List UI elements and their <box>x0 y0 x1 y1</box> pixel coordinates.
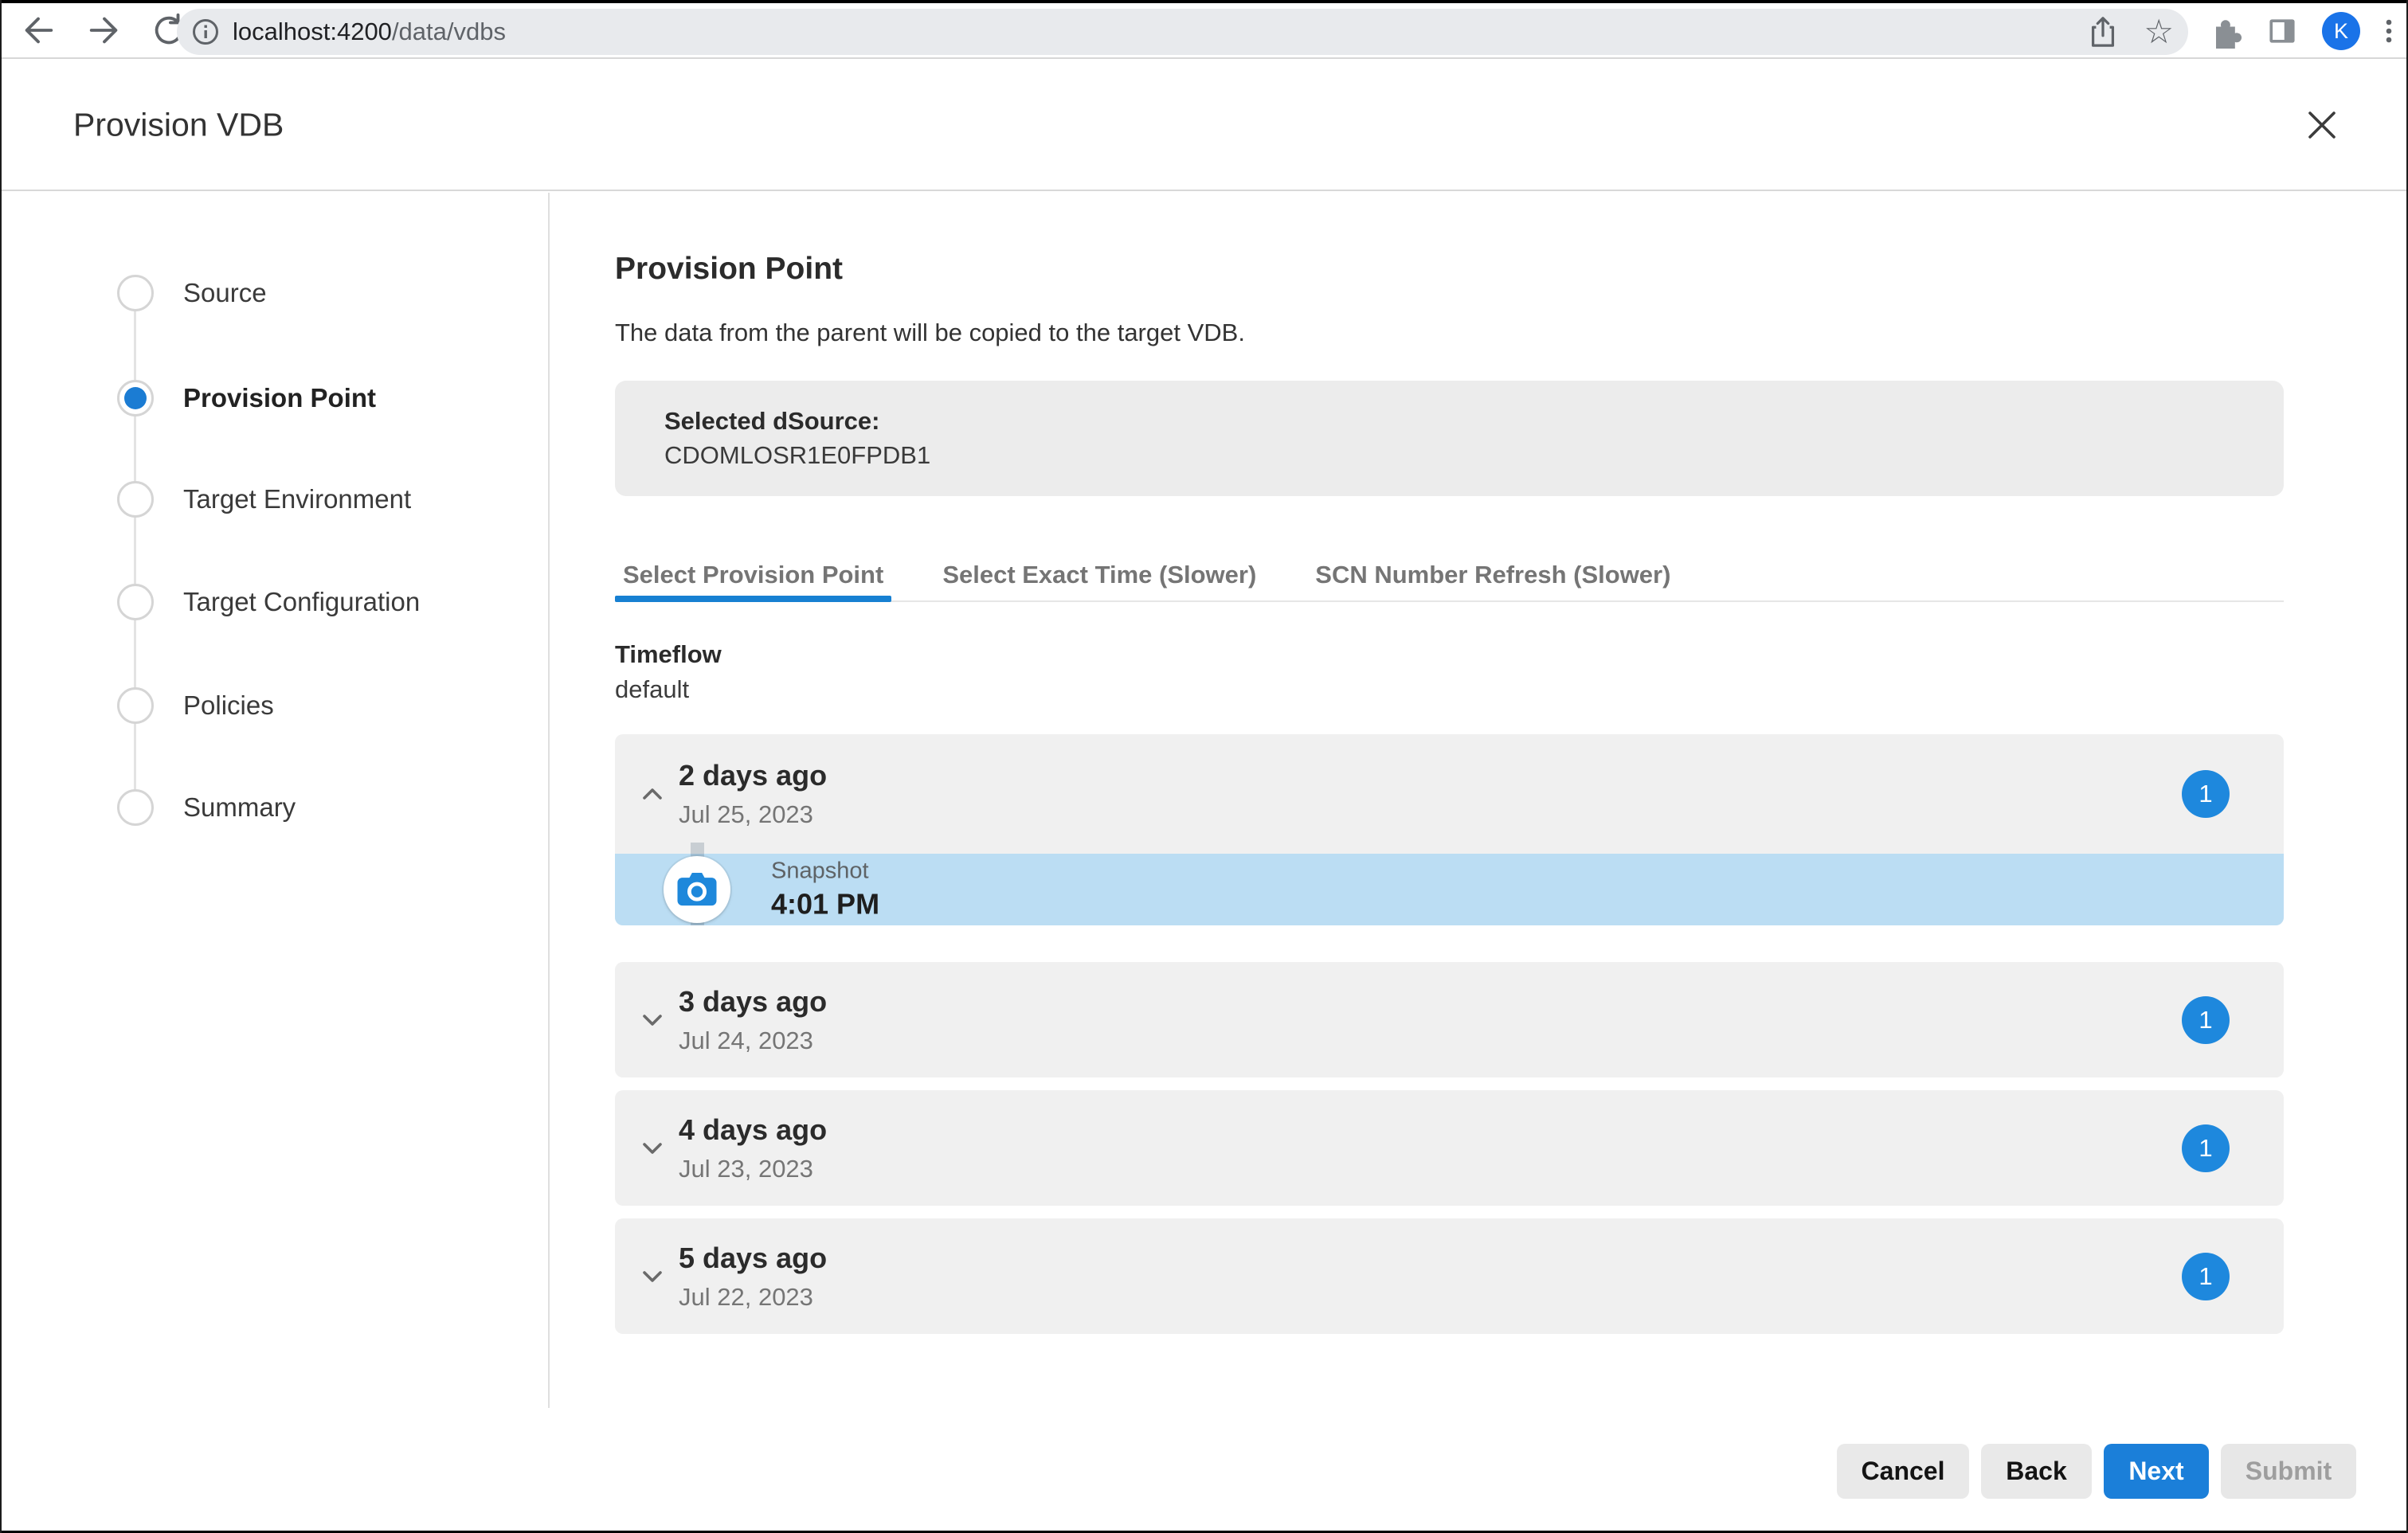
timeline-group-header[interactable]: 2 days ago Jul 25, 2023 1 <box>615 734 2284 854</box>
browser-menu-button[interactable] <box>2383 14 2395 49</box>
star-icon: ☆ <box>2144 13 2174 50</box>
forward-arrow-icon <box>86 12 123 49</box>
side-panel-button[interactable] <box>2265 14 2300 49</box>
group-date: Jul 22, 2023 <box>679 1283 827 1312</box>
timeline-group-3-days-ago: 3 days ago Jul 24, 2023 1 <box>615 962 2284 1077</box>
url-host: localhost:4200 <box>233 18 392 45</box>
step-label: Target Environment <box>183 484 411 514</box>
dialog-body: Source Provision Point Target Environmen… <box>2 193 2406 1533</box>
provision-point-panel: Provision Point The data from the parent… <box>615 193 2284 1533</box>
snapshot-count-badge: 1 <box>2182 996 2230 1044</box>
timeline-group-header[interactable]: 3 days ago Jul 24, 2023 1 <box>615 962 2284 1077</box>
back-arrow-icon <box>20 12 57 49</box>
group-title: 2 days ago <box>679 759 827 792</box>
snapshot-time: 4:01 PM <box>771 888 879 921</box>
step-label: Summary <box>183 792 296 823</box>
snapshot-count-badge: 1 <box>2182 1253 2230 1300</box>
forward-button[interactable] <box>85 11 123 49</box>
url-path: /data/vdbs <box>392 18 506 45</box>
avatar-initial: K <box>2334 19 2348 44</box>
snapshot-count-badge: 1 <box>2182 770 2230 818</box>
window-top-edge <box>2 0 2406 3</box>
dialog-header: Provision VDB <box>2 61 2406 191</box>
puzzle-icon <box>2207 14 2242 49</box>
selected-dsource-label: Selected dSource: <box>664 407 879 436</box>
snapshot-type-label: Snapshot <box>771 858 879 885</box>
timeline-group-header[interactable]: 5 days ago Jul 22, 2023 1 <box>615 1218 2284 1334</box>
profile-avatar[interactable]: K <box>2322 12 2360 50</box>
tab-select-provision-point[interactable]: Select Provision Point <box>615 549 891 600</box>
timeline-group-header[interactable]: 4 days ago Jul 23, 2023 1 <box>615 1090 2284 1206</box>
tab-scn-number-refresh[interactable]: SCN Number Refresh (Slower) <box>1307 549 1678 600</box>
selected-dsource-value: CDOMLOSR1E0FPDB1 <box>664 441 930 470</box>
snapshot-marker <box>664 856 730 923</box>
step-circle <box>117 687 154 724</box>
camera-icon <box>675 870 719 909</box>
three-dot-menu-icon <box>2383 14 2395 49</box>
stepper-connector-line <box>134 293 136 808</box>
submit-button[interactable]: Submit <box>2221 1444 2356 1499</box>
back-button-dialog[interactable]: Back <box>1981 1444 2092 1499</box>
close-icon <box>2304 108 2339 143</box>
chevron-up-icon <box>639 784 666 804</box>
snapshot-timeline: 2 days ago Jul 25, 2023 1 <box>615 734 2284 1347</box>
timeline-group-4-days-ago: 4 days ago Jul 23, 2023 1 <box>615 1090 2284 1206</box>
url-text: localhost:4200/data/vdbs <box>233 18 506 46</box>
section-description: The data from the parent will be copied … <box>615 319 1245 347</box>
chevron-down-icon <box>639 1139 666 1158</box>
selected-dsource-box: Selected dSource: CDOMLOSR1E0FPDB1 <box>615 381 2284 496</box>
browser-window: localhost:4200/data/vdbs ☆ <box>0 0 2408 1533</box>
step-circle <box>117 275 154 311</box>
bookmark-button[interactable]: ☆ <box>2144 15 2174 49</box>
group-title: 5 days ago <box>679 1242 827 1275</box>
step-circle <box>117 481 154 518</box>
address-bar[interactable]: localhost:4200/data/vdbs ☆ <box>177 9 2188 55</box>
side-panel-icon <box>2265 14 2300 49</box>
step-label: Provision Point <box>183 383 376 413</box>
step-label: Source <box>183 278 267 308</box>
timeflow-value: default <box>615 675 689 704</box>
extensions-button[interactable] <box>2207 14 2242 49</box>
snapshot-row-selected[interactable]: Snapshot 4:01 PM <box>615 854 2284 925</box>
step-circle <box>117 584 154 620</box>
wizard-stepper: Source Provision Point Target Environmen… <box>2 193 550 1408</box>
chevron-down-icon <box>639 1011 666 1030</box>
close-dialog-button[interactable] <box>2300 103 2344 147</box>
site-info-icon[interactable] <box>191 18 220 46</box>
group-date: Jul 25, 2023 <box>679 800 827 829</box>
dialog-footer: Cancel Back Next Submit <box>1837 1444 2356 1499</box>
timeline-group-2-days-ago: 2 days ago Jul 25, 2023 1 <box>615 734 2284 925</box>
group-date: Jul 23, 2023 <box>679 1155 827 1183</box>
step-circle <box>117 789 154 826</box>
chevron-down-icon <box>639 1267 666 1286</box>
share-button[interactable] <box>2086 14 2120 49</box>
snapshot-count-badge: 1 <box>2182 1124 2230 1172</box>
timeline-group-5-days-ago: 5 days ago Jul 22, 2023 1 <box>615 1218 2284 1334</box>
step-circle-active <box>117 380 154 416</box>
share-icon <box>2086 14 2120 49</box>
next-button[interactable]: Next <box>2104 1444 2209 1499</box>
browser-toolbar: localhost:4200/data/vdbs ☆ <box>2 3 2406 59</box>
tab-select-exact-time[interactable]: Select Exact Time (Slower) <box>934 549 1264 600</box>
step-label: Target Configuration <box>183 587 420 617</box>
group-date: Jul 24, 2023 <box>679 1027 827 1055</box>
section-heading: Provision Point <box>615 252 843 287</box>
back-button[interactable] <box>19 11 57 49</box>
timeflow-label: Timeflow <box>615 640 722 669</box>
group-title: 4 days ago <box>679 1113 827 1147</box>
step-label: Policies <box>183 690 274 721</box>
dialog-title: Provision VDB <box>73 107 284 144</box>
group-title: 3 days ago <box>679 985 827 1019</box>
provision-tabs: Select Provision Point Select Exact Time… <box>615 549 2284 602</box>
cancel-button[interactable]: Cancel <box>1837 1444 1969 1499</box>
